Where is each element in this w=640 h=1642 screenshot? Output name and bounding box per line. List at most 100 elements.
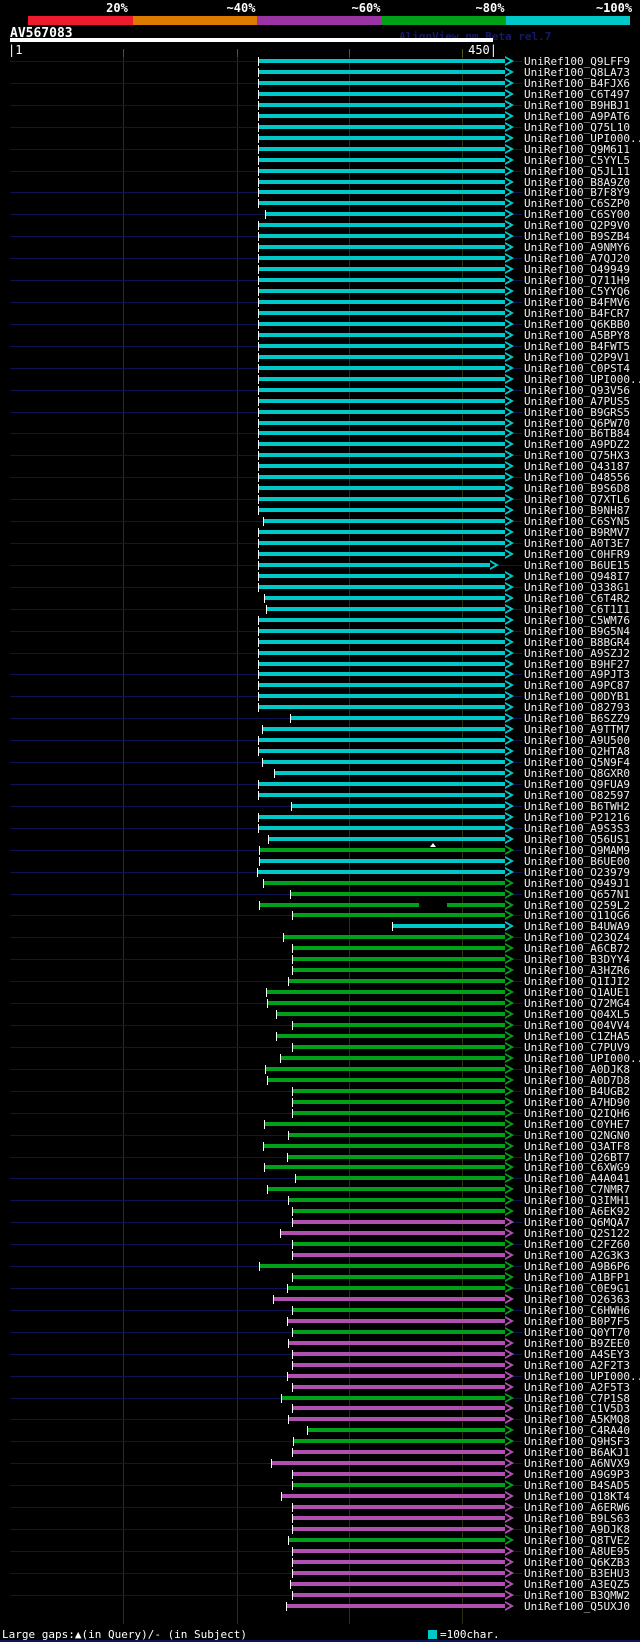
hit-alignment-bar[interactable]	[293, 1100, 505, 1104]
hit-alignment-bar[interactable]	[291, 1582, 505, 1586]
hit-alignment-bar[interactable]	[293, 1406, 505, 1410]
hit-alignment-bar[interactable]	[259, 497, 505, 501]
hit-alignment-bar[interactable]	[288, 1286, 505, 1290]
hit-alignment-bar[interactable]	[259, 114, 505, 118]
hit-alignment-bar[interactable]	[289, 1133, 505, 1137]
hit-alignment-bar[interactable]	[259, 563, 490, 567]
hit-alignment-bar[interactable]	[259, 245, 505, 249]
hit-alignment-bar[interactable]	[259, 399, 505, 403]
hit-alignment-bar[interactable]	[282, 1396, 505, 1400]
hit-alignment-bar[interactable]	[259, 147, 505, 151]
hit-alignment-bar[interactable]	[293, 1363, 505, 1367]
hit-alignment-bar[interactable]	[264, 1144, 505, 1148]
hit-alignment-bar[interactable]	[259, 388, 505, 392]
hit-alignment-bar[interactable]	[293, 1483, 505, 1487]
hit-alignment-bar[interactable]	[259, 333, 505, 337]
hit-alignment-bar[interactable]	[293, 1275, 505, 1279]
hit-alignment-bar[interactable]	[259, 431, 505, 435]
hit-alignment-bar[interactable]	[289, 1538, 505, 1542]
hit-alignment-bar[interactable]	[259, 694, 505, 698]
hit-alignment-bar[interactable]	[259, 201, 505, 205]
hit-alignment-bar[interactable]	[259, 59, 505, 63]
hit-alignment-bar[interactable]	[293, 1571, 505, 1575]
hit-alignment-bar[interactable]	[293, 1527, 505, 1531]
hit-alignment-bar[interactable]	[259, 158, 505, 162]
hit-alignment-bar[interactable]	[259, 70, 505, 74]
hit-alignment-bar[interactable]	[258, 870, 505, 874]
hit-alignment-bar[interactable]	[259, 311, 505, 315]
hit-alignment-bar[interactable]	[293, 1023, 505, 1027]
hit-alignment-bar[interactable]	[265, 596, 505, 600]
hit-alignment-bar[interactable]	[277, 1034, 505, 1038]
hit-alignment-bar[interactable]	[266, 1067, 505, 1071]
hit-alignment-bar[interactable]	[288, 1155, 505, 1159]
hit-alignment-bar[interactable]	[263, 760, 505, 764]
hit-alignment-bar[interactable]	[268, 1078, 505, 1082]
hit-alignment-bar[interactable]	[259, 530, 505, 534]
hit-alignment-bar[interactable]	[259, 552, 505, 556]
hit-alignment-bar[interactable]	[259, 574, 505, 578]
hit-alignment-bar[interactable]	[294, 1439, 505, 1443]
hit-alignment-bar[interactable]	[293, 1253, 505, 1257]
hit-alignment-bar[interactable]	[293, 1209, 505, 1213]
hit-label[interactable]: UniRef100_Q5UXJ0	[524, 1601, 630, 1612]
hit-alignment-bar[interactable]	[259, 782, 505, 786]
hit-alignment-bar[interactable]	[259, 344, 505, 348]
hit-alignment-bar[interactable]	[293, 968, 505, 972]
hit-alignment-bar[interactable]	[259, 442, 505, 446]
hit-alignment-bar[interactable]	[293, 1089, 505, 1093]
hit-alignment-bar[interactable]	[267, 607, 505, 611]
hit-alignment-bar[interactable]	[259, 103, 505, 107]
hit-alignment-bar[interactable]	[293, 1450, 505, 1454]
hit-alignment-bar[interactable]	[282, 1494, 505, 1498]
hit-alignment-bar[interactable]	[265, 1165, 505, 1169]
hit-alignment-bar[interactable]	[293, 1516, 505, 1520]
hit-alignment-bar[interactable]	[288, 1374, 505, 1378]
hit-alignment-bar[interactable]	[293, 1560, 505, 1564]
hit-alignment-bar[interactable]	[259, 508, 505, 512]
hit-alignment-bar[interactable]	[274, 1297, 505, 1301]
hit-alignment-bar[interactable]	[260, 848, 505, 852]
hit-alignment-bar[interactable]	[259, 705, 505, 709]
hit-alignment-bar[interactable]	[259, 618, 505, 622]
hit-alignment-bar[interactable]	[293, 1045, 505, 1049]
hit-alignment-bar[interactable]	[267, 990, 505, 994]
hit-alignment-bar[interactable]	[259, 366, 505, 370]
hit-alignment-bar[interactable]	[264, 519, 505, 523]
hit-alignment-bar[interactable]	[269, 837, 505, 841]
hit-alignment-bar[interactable]	[293, 1242, 505, 1246]
hit-alignment-bar[interactable]	[264, 881, 505, 885]
hit-alignment-bar[interactable]	[259, 826, 505, 830]
hit-alignment-bar[interactable]	[259, 541, 505, 545]
hit-alignment-bar[interactable]	[293, 946, 505, 950]
hit-alignment-bar[interactable]	[259, 278, 505, 282]
hit-alignment-bar[interactable]	[265, 1122, 505, 1126]
hit-alignment-bar[interactable]	[259, 662, 505, 666]
hit-alignment-bar[interactable]	[259, 464, 505, 468]
hit-alignment-bar[interactable]	[259, 256, 505, 260]
hit-alignment-bar[interactable]	[259, 223, 505, 227]
hit-alignment-bar[interactable]	[293, 913, 505, 917]
hit-alignment-bar[interactable]	[259, 749, 505, 753]
hit-alignment-bar[interactable]	[259, 815, 505, 819]
hit-alignment-bar[interactable]	[259, 629, 505, 633]
hit-alignment-bar[interactable]	[291, 716, 505, 720]
hit-alignment-bar[interactable]	[293, 1549, 505, 1553]
hit-alignment-bar[interactable]	[266, 212, 505, 216]
hit-alignment-bar[interactable]	[259, 234, 505, 238]
hit-alignment-bar[interactable]	[293, 1593, 505, 1597]
hit-alignment-bar[interactable]	[259, 92, 505, 96]
hit-alignment-bar[interactable]	[293, 1352, 505, 1356]
hit-alignment-bar[interactable]	[259, 672, 505, 676]
hit-alignment-bar[interactable]	[293, 957, 505, 961]
hit-alignment-bar[interactable]	[293, 1220, 505, 1224]
hit-alignment-bar[interactable]	[293, 1472, 505, 1476]
hit-alignment-bar[interactable]	[292, 804, 505, 808]
hit-alignment-bar[interactable]	[259, 475, 505, 479]
hit-alignment-bar[interactable]	[259, 190, 505, 194]
hit-alignment-bar[interactable]	[277, 1012, 505, 1016]
hit-alignment-bar[interactable]	[293, 1505, 505, 1509]
hit-alignment-bar[interactable]	[268, 1001, 505, 1005]
hit-alignment-bar[interactable]	[293, 1330, 505, 1334]
hit-alignment-bar[interactable]	[259, 453, 505, 457]
